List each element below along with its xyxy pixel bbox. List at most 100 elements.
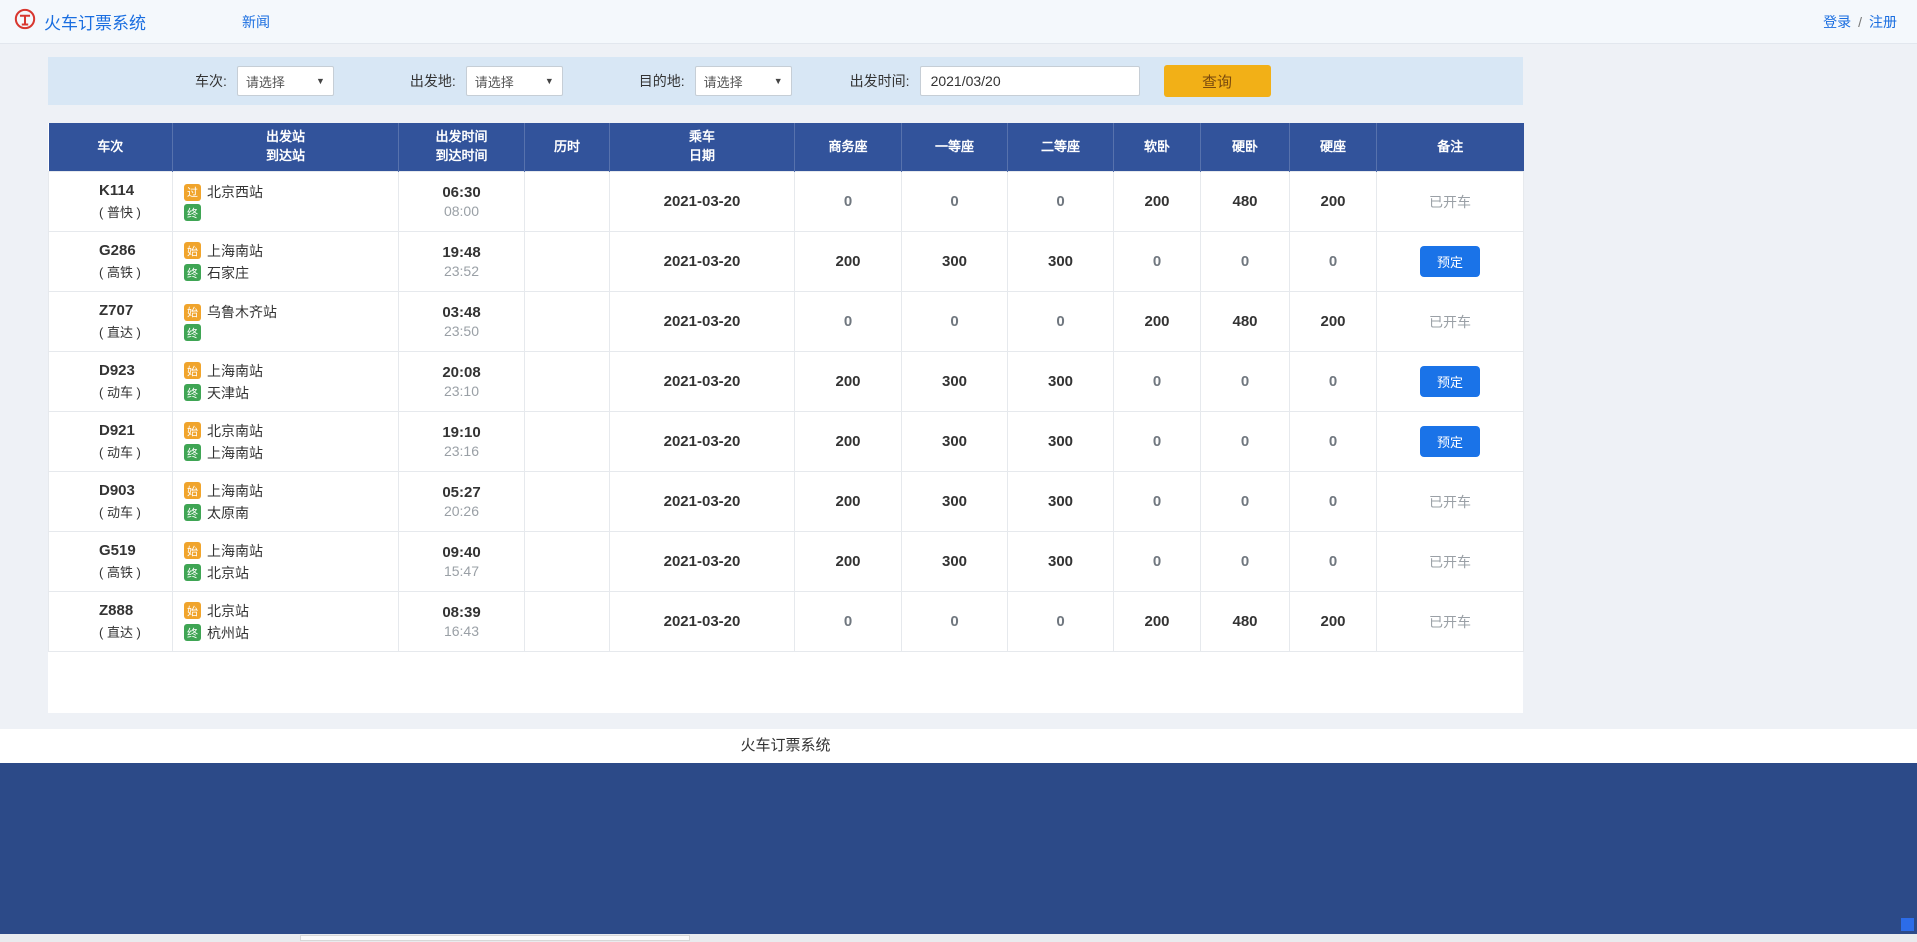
arrival-time: 08:00 xyxy=(399,203,524,219)
search-panel: 车次: 请选择 ▼ 出发地: 请选择 ▼ 目的地: 请选择 ▼ 出发时间: 查询 xyxy=(48,57,1523,105)
train-type: ( 高铁 ) xyxy=(99,262,172,281)
train-type: ( 高铁 ) xyxy=(99,562,172,581)
footer: 火车订票系统 xyxy=(0,729,1917,763)
start-station-badge: 过 xyxy=(184,184,201,201)
second-class-count: 0 xyxy=(1008,592,1114,652)
train-number: D921 xyxy=(99,422,172,439)
soft-sleeper-count: 0 xyxy=(1114,532,1201,592)
start-station-badge: 始 xyxy=(184,482,201,499)
ride-date: 2021-03-20 xyxy=(610,412,795,472)
train-type: ( 动车 ) xyxy=(99,442,172,461)
table-header-row: 车次 出发站 到达站 出发时间 到达时间 历时 乘车 日期 商务座 一等座 二等… xyxy=(49,123,1524,172)
start-station-badge: 始 xyxy=(184,362,201,379)
hard-seat-count: 0 xyxy=(1290,232,1377,292)
book-button[interactable]: 预定 xyxy=(1420,426,1480,457)
first-class-count: 0 xyxy=(902,292,1008,352)
train-filter-group: 车次: 请选择 ▼ xyxy=(195,66,334,96)
departure-time: 03:48 xyxy=(399,304,524,321)
query-button[interactable]: 查询 xyxy=(1164,65,1271,97)
train-type: ( 直达 ) xyxy=(99,322,172,341)
date-filter-group: 出发时间: xyxy=(850,66,1140,96)
business-seat-count: 200 xyxy=(795,472,902,532)
departure-filter-group: 出发地: 请选择 ▼ xyxy=(410,66,563,96)
ride-date: 2021-03-20 xyxy=(610,292,795,352)
arrival-station: 太原南 xyxy=(207,503,249,523)
ride-date: 2021-03-20 xyxy=(610,472,795,532)
remark-text: 已开车 xyxy=(1429,614,1471,630)
start-station-badge: 始 xyxy=(184,602,201,619)
book-button[interactable]: 预定 xyxy=(1420,246,1480,277)
train-table-body: K114 ( 普快 ) 过 北京西站 终 06:30 08:00 2021-03… xyxy=(49,172,1524,652)
chevron-down-icon: ▼ xyxy=(545,76,554,86)
duration-cell xyxy=(525,292,610,352)
site-logo[interactable]: 火车订票系统 xyxy=(14,8,146,35)
site-title: 火车订票系统 xyxy=(44,9,146,34)
terminal-station-badge: 终 xyxy=(184,504,201,521)
first-class-count: 300 xyxy=(902,532,1008,592)
remark-text: 已开车 xyxy=(1429,494,1471,510)
register-link[interactable]: 注册 xyxy=(1869,12,1897,32)
col-header-date: 乘车 日期 xyxy=(610,123,795,172)
login-link[interactable]: 登录 xyxy=(1823,12,1851,32)
destination-select[interactable]: 请选择 ▼ xyxy=(695,66,792,96)
book-button[interactable]: 预定 xyxy=(1420,366,1480,397)
terminal-station-badge: 终 xyxy=(184,564,201,581)
duration-cell xyxy=(525,232,610,292)
hard-seat-count: 200 xyxy=(1290,172,1377,232)
start-station-badge: 始 xyxy=(184,242,201,259)
train-results-table: 车次 出发站 到达站 出发时间 到达时间 历时 乘车 日期 商务座 一等座 二等… xyxy=(48,123,1524,652)
arrival-time: 23:10 xyxy=(399,383,524,399)
second-class-count: 300 xyxy=(1008,352,1114,412)
start-station-badge: 始 xyxy=(184,542,201,559)
train-results-container: 车次 出发站 到达站 出发时间 到达时间 历时 乘车 日期 商务座 一等座 二等… xyxy=(48,123,1523,713)
main-content: 车次: 请选择 ▼ 出发地: 请选择 ▼ 目的地: 请选择 ▼ 出发时间: 查询 xyxy=(48,57,1523,713)
departure-station: 上海南站 xyxy=(207,481,263,501)
vertical-scrollbar-thumb[interactable] xyxy=(1901,918,1914,931)
from-label: 出发地: xyxy=(410,71,456,91)
hard-seat-count: 0 xyxy=(1290,412,1377,472)
arrival-time: 23:52 xyxy=(399,263,524,279)
duration-cell xyxy=(525,172,610,232)
footer-site-name: 火车订票系统 xyxy=(48,729,1523,763)
table-row: D921 ( 动车 ) 始 北京南站 终 上海南站 19:10 23:16 20… xyxy=(49,412,1524,472)
col-header-soft-sleeper: 软卧 xyxy=(1114,123,1201,172)
arrival-station: 上海南站 xyxy=(207,443,263,463)
train-select[interactable]: 请选择 ▼ xyxy=(237,66,334,96)
business-seat-count: 0 xyxy=(795,592,902,652)
ride-date: 2021-03-20 xyxy=(610,172,795,232)
horizontal-scrollbar-thumb[interactable] xyxy=(300,935,690,941)
soft-sleeper-count: 0 xyxy=(1114,232,1201,292)
train-type: ( 动车 ) xyxy=(99,502,172,521)
destination-filter-group: 目的地: 请选择 ▼ xyxy=(639,66,792,96)
table-row: D903 ( 动车 ) 始 上海南站 终 太原南 05:27 20:26 202… xyxy=(49,472,1524,532)
terminal-station-badge: 终 xyxy=(184,264,201,281)
first-class-count: 300 xyxy=(902,352,1008,412)
second-class-count: 0 xyxy=(1008,172,1114,232)
soft-sleeper-count: 0 xyxy=(1114,412,1201,472)
terminal-station-badge: 终 xyxy=(184,204,201,221)
col-header-times: 出发时间 到达时间 xyxy=(399,123,525,172)
chevron-down-icon: ▼ xyxy=(316,76,325,86)
departure-select[interactable]: 请选择 ▼ xyxy=(466,66,563,96)
nav-news-link[interactable]: 新闻 xyxy=(242,12,270,32)
business-seat-count: 200 xyxy=(795,232,902,292)
duration-cell xyxy=(525,532,610,592)
departure-station: 乌鲁木齐站 xyxy=(207,302,277,322)
auth-separator: / xyxy=(1858,14,1862,30)
second-class-count: 300 xyxy=(1008,232,1114,292)
ride-date: 2021-03-20 xyxy=(610,232,795,292)
hard-sleeper-count: 480 xyxy=(1201,292,1290,352)
first-class-count: 300 xyxy=(902,472,1008,532)
duration-cell xyxy=(525,472,610,532)
business-seat-count: 0 xyxy=(795,292,902,352)
col-header-stations: 出发站 到达站 xyxy=(173,123,399,172)
second-class-count: 300 xyxy=(1008,472,1114,532)
train-number: G519 xyxy=(99,542,172,559)
hard-sleeper-count: 0 xyxy=(1201,472,1290,532)
terminal-station-badge: 终 xyxy=(184,624,201,641)
business-seat-count: 200 xyxy=(795,532,902,592)
col-header-first-class: 一等座 xyxy=(902,123,1008,172)
arrival-time: 23:50 xyxy=(399,323,524,339)
ride-date: 2021-03-20 xyxy=(610,532,795,592)
departure-date-input[interactable] xyxy=(920,66,1140,96)
